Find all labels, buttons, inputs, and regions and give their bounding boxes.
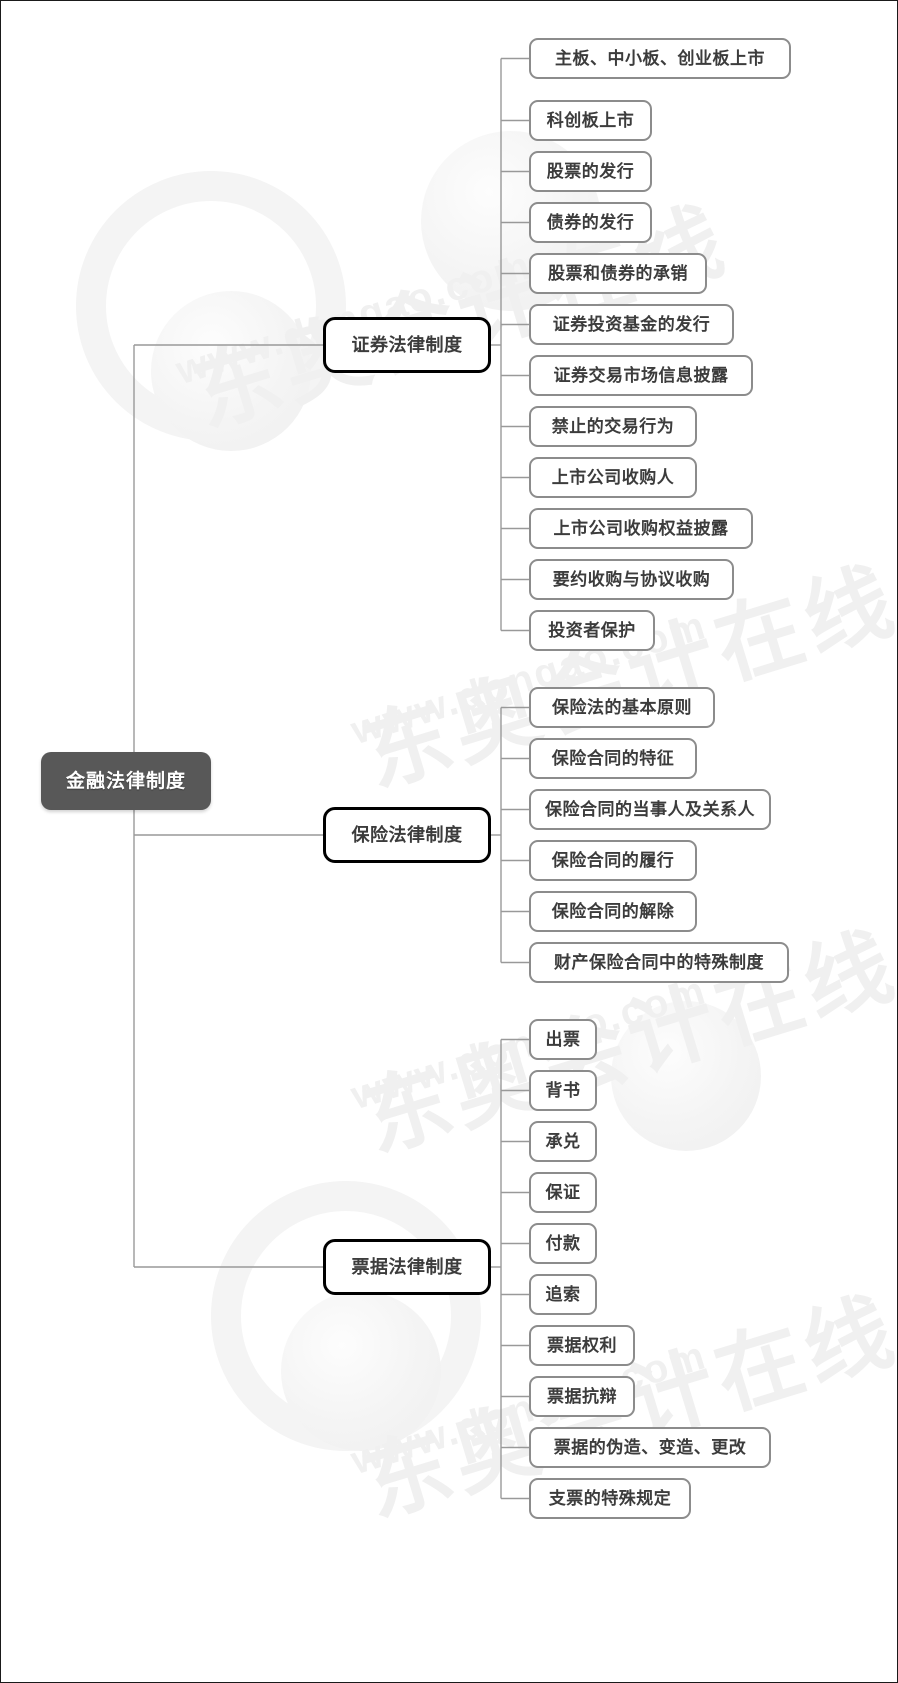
leaf-node[interactable]: 保险合同的当事人及关系人: [529, 789, 771, 830]
leaf-node[interactable]: 承兑: [529, 1121, 597, 1162]
branch-node-securities[interactable]: 证券法律制度: [323, 317, 491, 373]
leaf-node[interactable]: 付款: [529, 1223, 597, 1264]
branch-node-negotiable-instruments[interactable]: 票据法律制度: [323, 1239, 491, 1295]
leaf-node[interactable]: 出票: [529, 1019, 597, 1060]
leaf-node[interactable]: 保险合同的特征: [529, 738, 697, 779]
leaf-node[interactable]: 主板、中小板、创业板上市: [529, 38, 791, 79]
mindmap-canvas: 东奥会计在线东奥会计在线东奥会计在线东奥会计在线www.dongao.comww…: [0, 0, 898, 1683]
leaf-node[interactable]: 财产保险合同中的特殊制度: [529, 942, 789, 983]
leaf-node[interactable]: 票据的伪造、变造、更改: [529, 1427, 771, 1468]
leaf-node[interactable]: 上市公司收购人: [529, 457, 697, 498]
leaf-node[interactable]: 保险合同的解除: [529, 891, 697, 932]
leaf-node[interactable]: 证券交易市场信息披露: [529, 355, 753, 396]
leaf-node[interactable]: 支票的特殊规定: [529, 1478, 691, 1519]
node-layer: 金融法律制度 证券法律制度 主板、中小板、创业板上市 科创板上市股票的发行债券的发行股…: [1, 1, 897, 1682]
leaf-node[interactable]: 保险合同的履行: [529, 840, 697, 881]
leaf-node[interactable]: 保证: [529, 1172, 597, 1213]
leaf-node[interactable]: 要约收购与协议收购: [529, 559, 734, 600]
leaf-node[interactable]: 投资者保护: [529, 610, 655, 651]
leaf-node[interactable]: 股票和债券的承销: [529, 253, 707, 294]
leaf-node[interactable]: 背书: [529, 1070, 597, 1111]
leaf-node[interactable]: 票据抗辩: [529, 1376, 635, 1417]
leaf-node[interactable]: 追索: [529, 1274, 597, 1315]
leaf-node[interactable]: 证券投资基金的发行: [529, 304, 734, 345]
root-node[interactable]: 金融法律制度: [41, 752, 211, 810]
leaf-node[interactable]: 上市公司收购权益披露: [529, 508, 753, 549]
branch-node-insurance[interactable]: 保险法律制度: [323, 807, 491, 863]
leaf-node[interactable]: 科创板上市: [529, 100, 652, 141]
leaf-node[interactable]: 债券的发行: [529, 202, 652, 243]
leaf-node[interactable]: 股票的发行: [529, 151, 652, 192]
leaf-node[interactable]: 保险法的基本原则: [529, 687, 715, 728]
leaf-node[interactable]: 禁止的交易行为: [529, 406, 697, 447]
leaf-node[interactable]: 票据权利: [529, 1325, 635, 1366]
